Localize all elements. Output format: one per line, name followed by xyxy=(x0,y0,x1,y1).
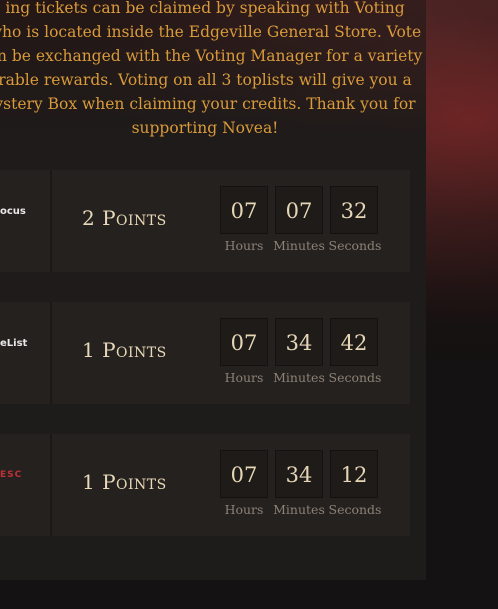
minutes-label: Minutes xyxy=(273,502,325,517)
intro-line: supporting Novea! xyxy=(131,119,279,137)
seconds-box: 32 xyxy=(330,186,378,234)
vote-intro-text: ing tickets can be claimed by speaking w… xyxy=(0,0,490,140)
minutes-box: 34 xyxy=(275,318,323,366)
intro-line: rable rewards. Voting on all 3 toplists … xyxy=(0,71,412,89)
points-value: 1 Points xyxy=(82,470,167,494)
seconds-box: 12 xyxy=(330,450,378,498)
site-logo-text: ESC xyxy=(0,470,23,480)
toplist-row[interactable]: eList 1 Points 07 34 42 Hours Minutes Se… xyxy=(0,302,410,404)
minutes-label: Minutes xyxy=(273,370,325,385)
intro-line: ing tickets can be claimed by speaking w… xyxy=(5,0,405,17)
intro-line: ystery Box when claiming your credits. T… xyxy=(0,95,416,113)
hours-box: 07 xyxy=(220,318,268,366)
intro-line: who is located inside the Edgeville Gene… xyxy=(0,23,422,41)
minutes-box: 34 xyxy=(275,450,323,498)
hours-box: 07 xyxy=(220,450,268,498)
hours-label: Hours xyxy=(224,238,264,253)
seconds-label: Seconds xyxy=(328,370,382,385)
toplist-site-logo[interactable]: eList xyxy=(0,302,52,404)
seconds-box: 42 xyxy=(330,318,378,366)
points-value: 1 Points xyxy=(82,338,167,362)
seconds-label: Seconds xyxy=(328,502,382,517)
seconds-label: Seconds xyxy=(328,238,382,253)
toplist-row[interactable]: ocus 2 Points 07 07 32 Hours Minutes Sec… xyxy=(0,170,410,272)
toplist-site-logo[interactable]: ESC xyxy=(0,434,52,536)
minutes-label: Minutes xyxy=(273,238,325,253)
minutes-box: 07 xyxy=(275,186,323,234)
site-logo-text: ocus xyxy=(0,206,26,217)
site-logo-text: eList xyxy=(0,338,28,349)
hours-label: Hours xyxy=(224,370,264,385)
hours-label: Hours xyxy=(224,502,264,517)
toplist-site-logo[interactable]: ocus xyxy=(0,170,52,272)
hours-box: 07 xyxy=(220,186,268,234)
toplist-row[interactable]: ESC 1 Points 07 34 12 Hours Minutes Seco… xyxy=(0,434,410,536)
intro-line: an be exchanged with the Voting Manager … xyxy=(0,47,423,65)
points-value: 2 Points xyxy=(82,206,167,230)
